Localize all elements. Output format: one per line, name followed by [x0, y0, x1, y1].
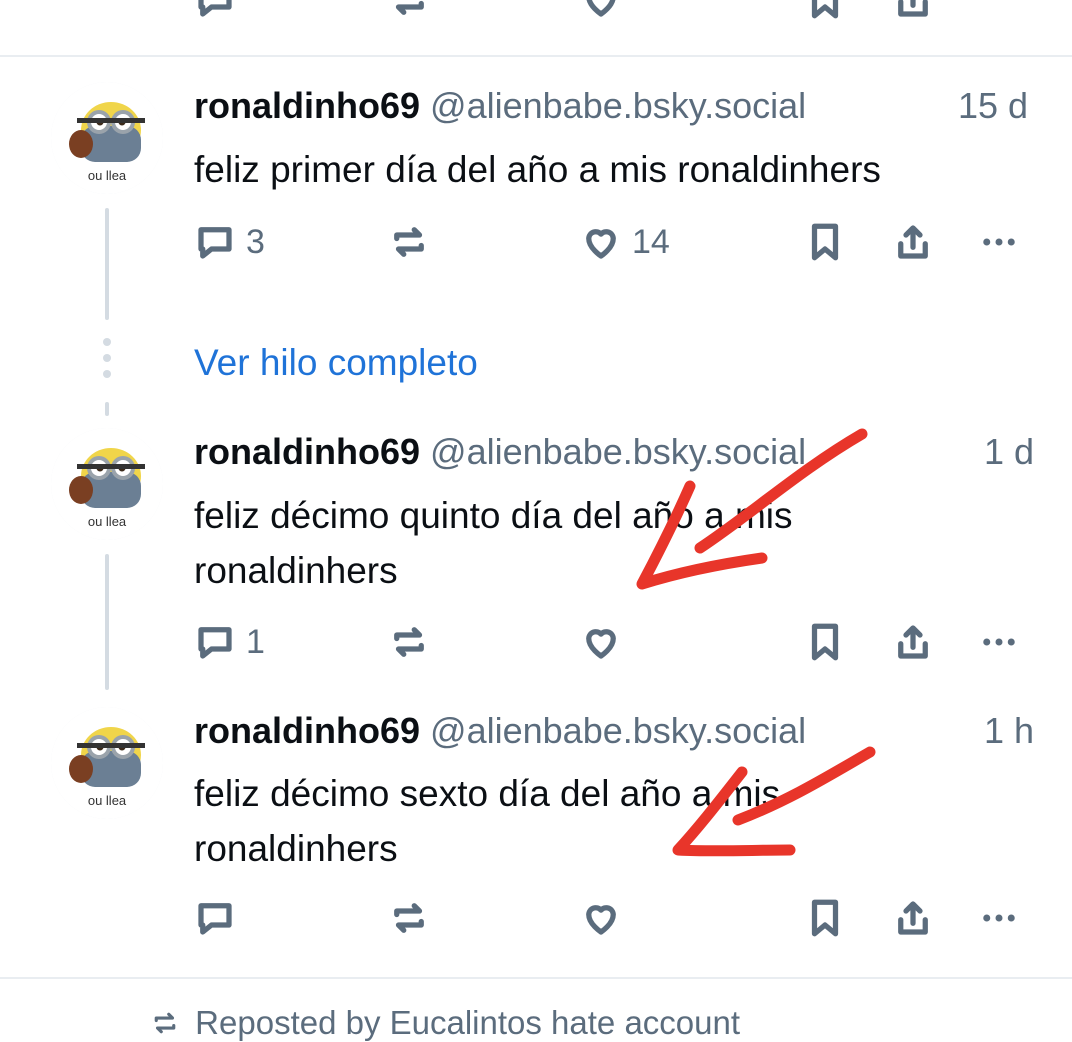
- reply-count: 1: [246, 622, 265, 661]
- avatar[interactable]: ou llea: [51, 82, 163, 194]
- author-handle[interactable]: @alienbabe.bsky.social: [430, 710, 806, 751]
- share-icon: [898, 901, 928, 935]
- thread-dot: [103, 354, 111, 362]
- thread-dot: [103, 370, 111, 378]
- reply-button[interactable]: 3: [194, 220, 265, 264]
- share-button[interactable]: [892, 220, 934, 264]
- repost-small-icon: [154, 1012, 176, 1034]
- bookmark-button[interactable]: [804, 220, 846, 264]
- post-header: ronaldinho69 @alienbabe.bsky.social: [194, 84, 806, 128]
- view-full-thread-link[interactable]: Ver hilo completo: [194, 340, 478, 386]
- avatar[interactable]: ou llea: [51, 707, 163, 819]
- like-icon: [586, 905, 616, 935]
- post-header: ronaldinho69 @alienbabe.bsky.social: [194, 709, 806, 753]
- bookmark-icon: [811, 223, 839, 261]
- reply-count: 3: [246, 222, 265, 261]
- post-text: feliz primer día del año a mis ronaldinh…: [194, 149, 881, 190]
- post-time[interactable]: 1 d: [984, 430, 1034, 474]
- repost-button[interactable]: [388, 620, 430, 664]
- like-icon: [586, 629, 616, 659]
- share-button[interactable]: [892, 620, 934, 664]
- bookmark-button[interactable]: [804, 896, 846, 940]
- previous-post-actions: [0, 0, 1072, 22]
- repost-icon: [394, 227, 424, 257]
- bookmark-icon[interactable]: [804, 0, 846, 22]
- thread-connector: [105, 554, 109, 690]
- like-icon[interactable]: [580, 0, 622, 22]
- repost-icon: [394, 627, 424, 657]
- post-time[interactable]: 1 h: [984, 709, 1034, 753]
- post-divider: [0, 55, 1072, 57]
- post-divider: [0, 977, 1072, 979]
- post-header: ronaldinho69 @alienbabe.bsky.social: [194, 430, 806, 474]
- repost-button[interactable]: [388, 220, 430, 264]
- author-name[interactable]: ronaldinho69: [194, 710, 420, 751]
- avatar-caption: ou llea: [87, 168, 127, 183]
- like-count: 14: [632, 222, 670, 261]
- avatar-caption: ou llea: [87, 514, 127, 529]
- thread-connector: [105, 402, 109, 416]
- reply-icon: [198, 227, 232, 259]
- post-text-line: feliz décimo sexto día del año a mis: [194, 773, 781, 814]
- like-icon: [586, 229, 616, 259]
- reply-icon[interactable]: [194, 0, 236, 22]
- avatar-caption: ou llea: [87, 793, 127, 808]
- repost-icon[interactable]: [388, 0, 430, 22]
- share-icon: [898, 625, 928, 659]
- thread-connector: [105, 208, 109, 320]
- repost-button[interactable]: [388, 896, 430, 940]
- more-button[interactable]: [978, 620, 1020, 664]
- repost-banner-text: Reposted by Eucalintos hate account: [195, 1004, 741, 1041]
- post-text: feliz décimo quinto día del año a mis ro…: [194, 488, 1034, 598]
- bookmark-icon: [811, 899, 839, 937]
- bookmark-button[interactable]: [804, 620, 846, 664]
- post-text-line: ronaldinhers: [194, 828, 398, 869]
- post-text-line: ronaldinhers: [194, 550, 398, 591]
- share-icon[interactable]: [892, 0, 934, 22]
- reply-button[interactable]: 1: [194, 620, 265, 664]
- repost-banner: Reposted by Eucalintos hate account: [150, 1004, 740, 1042]
- reply-button[interactable]: [194, 896, 236, 940]
- thread-dot: [103, 338, 111, 346]
- share-button[interactable]: [892, 896, 934, 940]
- post-text-line: feliz décimo quinto día del año a mis: [194, 495, 793, 536]
- share-icon: [898, 225, 928, 259]
- like-button[interactable]: [580, 620, 622, 664]
- author-handle[interactable]: @alienbabe.bsky.social: [430, 431, 806, 472]
- more-button[interactable]: [978, 896, 1020, 940]
- like-button[interactable]: [580, 896, 622, 940]
- more-icon: [983, 914, 1015, 922]
- reply-icon: [198, 627, 232, 659]
- more-icon: [983, 238, 1015, 246]
- reply-icon: [198, 903, 232, 935]
- post-time[interactable]: 15 d: [958, 84, 1028, 128]
- more-button[interactable]: [978, 220, 1020, 264]
- avatar[interactable]: ou llea: [51, 428, 163, 540]
- repost-icon: [394, 903, 424, 933]
- post-text: feliz décimo sexto día del año a mis ron…: [194, 766, 1034, 876]
- more-icon: [983, 638, 1015, 646]
- bookmark-icon: [811, 623, 839, 661]
- author-handle[interactable]: @alienbabe.bsky.social: [430, 85, 806, 126]
- author-name[interactable]: ronaldinho69: [194, 431, 420, 472]
- author-name[interactable]: ronaldinho69: [194, 85, 420, 126]
- like-button[interactable]: 14: [580, 220, 670, 264]
